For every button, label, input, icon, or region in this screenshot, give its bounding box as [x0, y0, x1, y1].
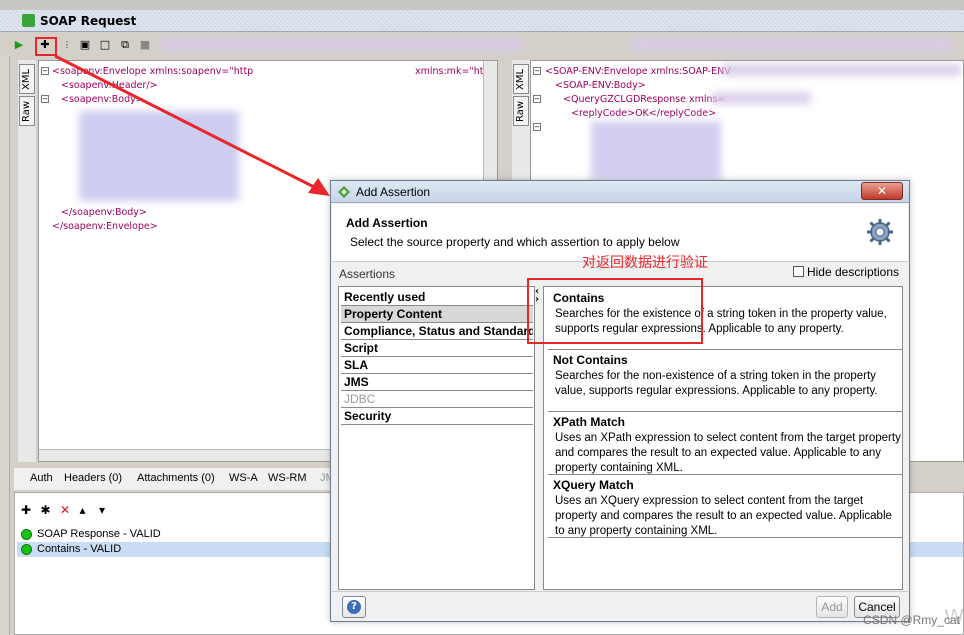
help-icon: ?	[347, 600, 361, 614]
hide-descriptions-label: Hide descriptions	[806, 265, 899, 279]
category-list: Recently used Property Content Complianc…	[338, 286, 535, 590]
category-script[interactable]: Script	[341, 340, 533, 357]
close-button[interactable]: ✕	[861, 182, 903, 200]
assertion-name: XQuery Match	[553, 478, 634, 492]
dialog-heading: Add Assertion	[346, 216, 428, 230]
category-sla[interactable]: SLA	[341, 357, 533, 374]
category-recently-used[interactable]: Recently used	[341, 289, 533, 306]
assertion-item-xpath-match[interactable]: XPath Match Uses an XPath expression to …	[548, 413, 902, 475]
checkbox-box[interactable]	[792, 266, 804, 277]
watermark: CSDN @Rmy_cat	[863, 613, 960, 627]
annotation-note: 对返回数据进行验证	[582, 255, 708, 271]
assertions-section-label: Assertions	[339, 267, 396, 281]
soapui-icon	[338, 186, 350, 198]
category-compliance[interactable]: Compliance, Status and Standards	[341, 323, 533, 340]
assertion-description: Searches for the non-existence of a stri…	[555, 370, 878, 397]
category-security[interactable]: Security	[341, 408, 533, 425]
assertion-description: Uses an XPath expression to select conte…	[555, 432, 901, 474]
dialog-footer: ? Add Cancel	[332, 591, 908, 621]
dialog-subtitle: Select the source property and which ass…	[350, 235, 680, 249]
assertion-item-not-contains[interactable]: Not Contains Searches for the non-existe…	[548, 351, 902, 412]
dialog-title: Add Assertion	[356, 185, 431, 199]
assertion-name: Not Contains	[553, 353, 628, 367]
help-button[interactable]: ?	[342, 596, 366, 618]
contains-highlight-box	[527, 278, 703, 344]
category-jdbc[interactable]: JDBC	[341, 391, 533, 408]
gear-icon	[867, 219, 893, 245]
category-jms[interactable]: JMS	[341, 374, 533, 391]
hide-descriptions-checkbox[interactable]: Hide descriptions	[792, 265, 899, 279]
add-button[interactable]: Add	[816, 596, 848, 618]
assertion-name: XPath Match	[553, 415, 626, 429]
assertion-item-xquery-match[interactable]: XQuery Match Uses an XQuery expression t…	[548, 476, 902, 538]
add-assertion-dialog: Add Assertion ✕ Add Assertion Select the…	[330, 180, 910, 622]
category-property-content[interactable]: Property Content	[341, 306, 533, 323]
dialog-titlebar: Add Assertion ✕	[331, 181, 909, 203]
assertion-description: Uses an XQuery expression to select cont…	[555, 495, 892, 537]
